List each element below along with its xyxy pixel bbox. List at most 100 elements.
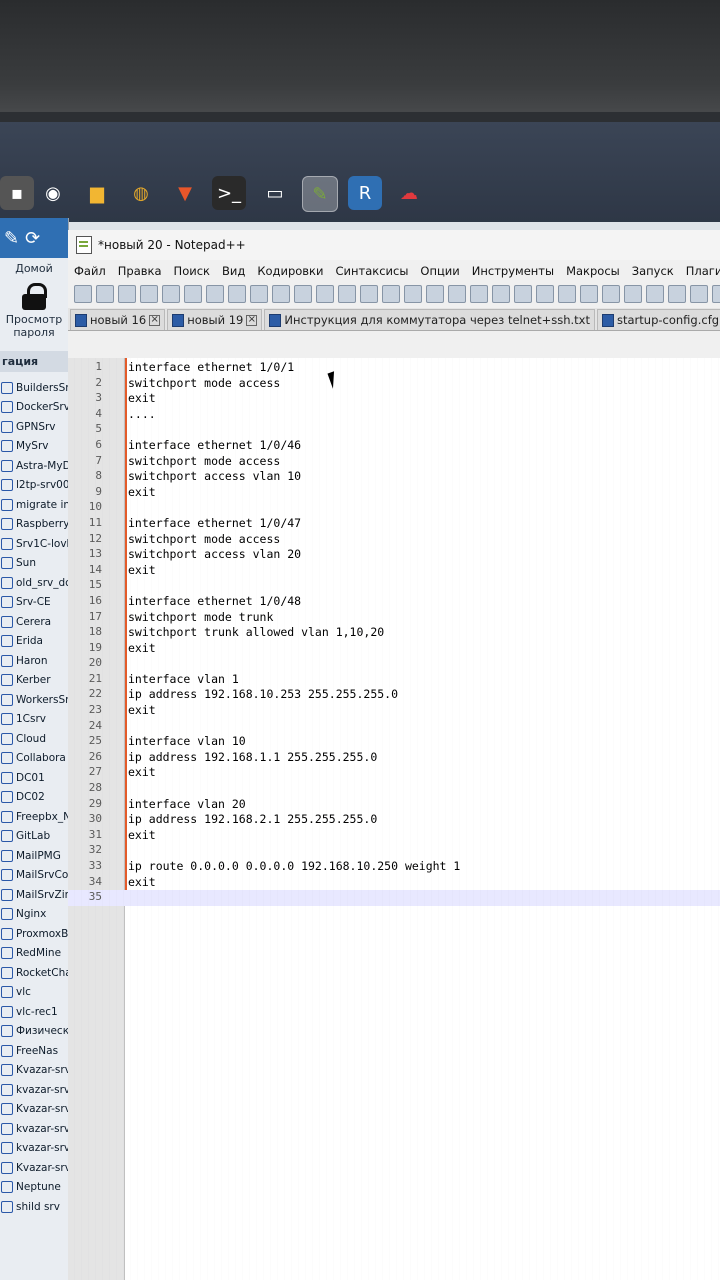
menu-item[interactable]: Запуск: [632, 264, 674, 278]
code-line[interactable]: 9 exit: [68, 485, 720, 501]
server-list-item[interactable]: Cerera: [0, 612, 68, 632]
server-list-item[interactable]: BuildersSrv: [0, 378, 68, 398]
tab[interactable]: Инструкция для коммутатора через telnet+…: [264, 309, 595, 330]
menu-item[interactable]: Поиск: [174, 264, 210, 278]
server-list-item[interactable]: old_srv_dc: [0, 573, 68, 593]
code-line[interactable]: 3 exit: [68, 391, 720, 407]
server-list-item[interactable]: kvazar-srv-: [0, 1119, 68, 1139]
server-list-item[interactable]: kvazar-srv-: [0, 1139, 68, 1159]
toolbar-button[interactable]: [140, 285, 158, 303]
server-list-item[interactable]: MailSrvZimb: [0, 885, 68, 905]
server-list-item[interactable]: 1Csrv: [0, 710, 68, 730]
code-line[interactable]: 14 exit: [68, 563, 720, 579]
server-list-item[interactable]: GPNSrv: [0, 417, 68, 437]
toolbar-button[interactable]: [206, 285, 224, 303]
code-line[interactable]: 20: [68, 656, 720, 672]
server-list-item[interactable]: Srv1C-lovki: [0, 534, 68, 554]
notepad-plus-plus-icon[interactable]: ✎: [302, 176, 338, 212]
server-list-item[interactable]: GitLab: [0, 827, 68, 847]
server-list-item[interactable]: Kerber: [0, 671, 68, 691]
server-list-item[interactable]: vlc-rec1: [0, 1002, 68, 1022]
code-line[interactable]: 2 switchport mode access: [68, 376, 720, 392]
code-line[interactable]: 33 ip route 0.0.0.0 0.0.0.0 192.168.10.25…: [68, 859, 720, 875]
chrome-icon[interactable]: ◍: [124, 176, 158, 210]
app-icon[interactable]: ▪: [0, 176, 34, 210]
server-list-item[interactable]: Erida: [0, 632, 68, 652]
server-list-item[interactable]: Srv-CE: [0, 593, 68, 613]
menu-item[interactable]: Синтаксисы: [335, 264, 408, 278]
code-line[interactable]: 25 interface vlan 10: [68, 734, 720, 750]
server-list-item[interactable]: MailPMG: [0, 846, 68, 866]
toolbar-button[interactable]: [338, 285, 356, 303]
server-list-item[interactable]: Haron: [0, 651, 68, 671]
toolbar-button[interactable]: [712, 285, 720, 303]
server-list-item[interactable]: shild srv: [0, 1197, 68, 1217]
toolbar-button[interactable]: [426, 285, 444, 303]
server-list-item[interactable]: Cloud: [0, 729, 68, 749]
server-list-item[interactable]: MySrv: [0, 437, 68, 457]
toolbar-button[interactable]: [382, 285, 400, 303]
code-line[interactable]: 22 ip address 192.168.10.253 255.255.255.…: [68, 687, 720, 703]
remmina-icon[interactable]: R: [348, 176, 382, 210]
toolbar-button[interactable]: [492, 285, 510, 303]
menu-item[interactable]: Опции: [420, 264, 459, 278]
code-line[interactable]: 5: [68, 422, 720, 438]
code-line[interactable]: 26 ip address 192.168.1.1 255.255.255.0: [68, 750, 720, 766]
view-password-label-1[interactable]: Просмотр: [0, 313, 68, 326]
menu-item[interactable]: Плагин: [686, 264, 720, 278]
server-list-item[interactable]: DC01: [0, 768, 68, 788]
toolbar-button[interactable]: [118, 285, 136, 303]
toolbar-button[interactable]: [646, 285, 664, 303]
toolbar-button[interactable]: [162, 285, 180, 303]
server-list-item[interactable]: RedMine: [0, 944, 68, 964]
code-line[interactable]: 4....: [68, 407, 720, 423]
code-line[interactable]: 18 switchport trunk allowed vlan 1,10,20: [68, 625, 720, 641]
window-icon[interactable]: ▭: [258, 176, 292, 210]
menu-item[interactable]: Инструменты: [472, 264, 554, 278]
toolbar-button[interactable]: [404, 285, 422, 303]
tab[interactable]: новый 19 ×: [167, 309, 263, 330]
code-line[interactable]: 12 switchport mode access: [68, 532, 720, 548]
refresh-icon[interactable]: ⟳: [25, 228, 40, 249]
code-line[interactable]: 23 exit: [68, 703, 720, 719]
server-list-item[interactable]: ProxmoxBa: [0, 924, 68, 944]
toolbar-button[interactable]: [272, 285, 290, 303]
server-list-item[interactable]: Raspberry_: [0, 515, 68, 535]
tab[interactable]: startup-config.cfg: [597, 309, 720, 330]
toolbar-button[interactable]: [96, 285, 114, 303]
editor[interactable]: 1 interface ethernet 1/0/1 2 switchport mod…: [68, 358, 720, 1280]
server-list-item[interactable]: migrate ima: [0, 495, 68, 515]
server-list-item[interactable]: RocketChat: [0, 963, 68, 983]
toolbar-button[interactable]: [360, 285, 378, 303]
code-line[interactable]: 32: [68, 843, 720, 859]
toolbar-button[interactable]: [668, 285, 686, 303]
mushroom-app-icon[interactable]: ◉: [36, 176, 70, 210]
code-line[interactable]: 8 switchport access vlan 10: [68, 469, 720, 485]
server-list-item[interactable]: Kvazar-srv-: [0, 1158, 68, 1178]
toolbar-button[interactable]: [448, 285, 466, 303]
menu-item[interactable]: Макросы: [566, 264, 620, 278]
code-line[interactable]: 16 interface ethernet 1/0/48: [68, 594, 720, 610]
code-line[interactable]: 10: [68, 500, 720, 516]
toolbar-button[interactable]: [602, 285, 620, 303]
brave-icon[interactable]: ▼: [168, 176, 202, 210]
toolbar-button[interactable]: [74, 285, 92, 303]
edit-icon[interactable]: ✎: [4, 228, 19, 249]
toolbar-button[interactable]: [250, 285, 268, 303]
toolbar-button[interactable]: [514, 285, 532, 303]
view-password-label-2[interactable]: пароля: [0, 326, 68, 339]
server-list-item[interactable]: Neptune: [0, 1178, 68, 1198]
lock-icon[interactable]: [22, 283, 47, 310]
code-line[interactable]: 31 exit: [68, 828, 720, 844]
code-line[interactable]: 11 interface ethernet 1/0/47: [68, 516, 720, 532]
server-list-item[interactable]: kvazar-srv-: [0, 1080, 68, 1100]
toolbar-button[interactable]: [316, 285, 334, 303]
toolbar-button[interactable]: [580, 285, 598, 303]
code-line[interactable]: 15: [68, 578, 720, 594]
code-line[interactable]: 1 interface ethernet 1/0/1: [68, 360, 720, 376]
server-list-item[interactable]: l2tp-srv001: [0, 476, 68, 496]
folder-icon[interactable]: ▆: [80, 176, 114, 210]
tab[interactable]: новый 16 ×: [70, 309, 166, 330]
code-line[interactable]: 35: [68, 890, 720, 906]
server-list-item[interactable]: DockerSrv: [0, 398, 68, 418]
